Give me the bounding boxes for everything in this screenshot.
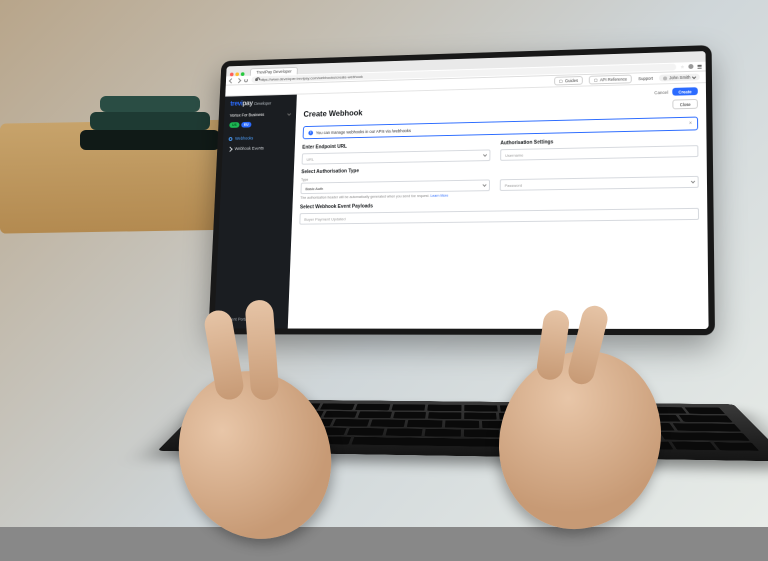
endpoint-url-input[interactable]: URL: [302, 149, 491, 164]
sidebar-item-webhook-events[interactable]: Webhook Events: [222, 142, 295, 154]
api-reference-label: API Reference: [600, 77, 627, 83]
payload-option: Buyer Payment Updated: [304, 216, 345, 221]
sidebar-item-label: Webhook Events: [235, 146, 264, 151]
company-name: Vortex For Business: [230, 112, 265, 118]
info-icon: i: [308, 130, 313, 135]
guides-link[interactable]: ▢ Guides: [554, 76, 583, 85]
browser-menu-icon[interactable]: [698, 64, 702, 68]
brand-suffix: pay: [242, 100, 253, 107]
brand-sub: Developer: [254, 101, 271, 106]
profile-avatar-icon[interactable]: [688, 64, 693, 69]
main-content: Cancel Create Create Webhook Close i You…: [288, 83, 709, 329]
cancel-button[interactable]: Cancel: [654, 90, 668, 95]
company-switcher[interactable]: Vortex For Business: [224, 109, 296, 121]
learn-more-link[interactable]: Learn More: [430, 194, 448, 198]
sidebar-item-label: Webhooks: [235, 136, 253, 141]
username-input[interactable]: Username: [500, 145, 698, 161]
auth-type-value: Basic Auth: [305, 186, 323, 191]
support-link[interactable]: Support: [638, 76, 653, 81]
book-icon: ▢: [559, 79, 563, 84]
url-text: https://www.developer.trevipay.com/webho…: [260, 74, 363, 82]
password-placeholder: Password: [505, 182, 522, 187]
guides-label: Guides: [565, 78, 578, 83]
password-input[interactable]: Password: [500, 176, 699, 191]
reload-icon[interactable]: [244, 78, 248, 82]
url-placeholder: URL: [306, 156, 314, 161]
brand-prefix: trevi: [230, 101, 242, 108]
info-alert: i You can manage webhooks in our APIs vi…: [303, 117, 699, 140]
user-avatar-icon: [663, 76, 667, 80]
back-icon[interactable]: [229, 78, 234, 83]
create-button[interactable]: Create: [672, 87, 698, 95]
close-button[interactable]: Close: [673, 99, 698, 109]
chevron-down-icon: [692, 75, 696, 79]
webhook-icon: [229, 137, 233, 141]
chevron-down-icon: [482, 183, 486, 187]
alert-text: You can manage webhooks in our APIs via …: [316, 128, 411, 135]
region-badge-us: US: [229, 122, 239, 128]
alert-close-icon[interactable]: ×: [689, 121, 692, 127]
bookmark-icon[interactable]: ☆: [681, 64, 685, 69]
code-icon: ▢: [594, 77, 598, 82]
user-menu[interactable]: John Smith: [659, 74, 700, 82]
chevron-down-icon: [287, 112, 291, 116]
api-reference-link[interactable]: ▢ API Reference: [589, 75, 632, 85]
user-name-label: John Smith: [669, 75, 690, 80]
auth-helper-text: The authorisation header will be automat…: [300, 193, 490, 200]
sidebar: trevipay Developer Vortex For Business U…: [214, 95, 297, 329]
auth-type-select[interactable]: Basic Auth: [300, 179, 490, 194]
region-badge-eu: EU: [241, 122, 251, 128]
lock-icon: [255, 78, 258, 81]
payload-select[interactable]: Buyer Payment Updated: [299, 208, 699, 225]
event-icon: [228, 147, 232, 151]
page-title: Create Webhook: [303, 108, 362, 118]
forward-icon[interactable]: [236, 78, 241, 83]
chevron-down-icon: [483, 153, 487, 157]
username-placeholder: Username: [505, 152, 523, 157]
eye-icon[interactable]: [691, 179, 695, 183]
